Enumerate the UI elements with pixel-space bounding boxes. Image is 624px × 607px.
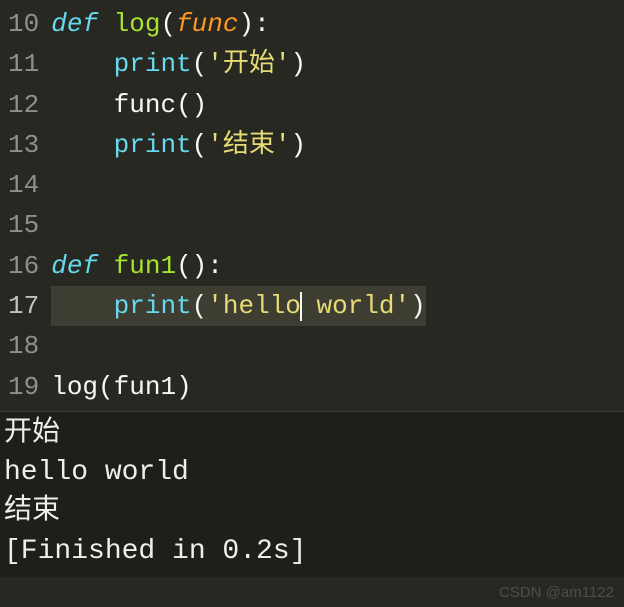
code-token: print — [114, 130, 192, 160]
code-token: fun1 — [114, 372, 176, 402]
code-token: func — [176, 9, 238, 39]
code-token: print — [114, 49, 192, 79]
code-token: ( — [192, 291, 208, 321]
code-token — [51, 291, 113, 321]
code-token: ) — [176, 372, 192, 402]
code-token — [51, 49, 113, 79]
code-line[interactable] — [51, 326, 426, 366]
code-token: def — [51, 251, 98, 281]
code-token — [51, 90, 113, 120]
code-token: (): — [176, 251, 223, 281]
code-token: def — [51, 9, 98, 39]
code-line[interactable]: def log(func): — [51, 4, 426, 44]
code-token: func — [114, 90, 176, 120]
line-number: 14 — [8, 165, 39, 205]
code-token: '结束' — [207, 130, 290, 160]
line-number: 10 — [8, 4, 39, 44]
code-token: ) — [410, 291, 426, 321]
code-token: ( — [192, 130, 208, 160]
code-token: fun1 — [114, 251, 176, 281]
line-number: 18 — [8, 326, 39, 366]
code-area[interactable]: def log(func): print('开始') func() print(… — [51, 0, 426, 411]
code-line[interactable]: func() — [51, 85, 426, 125]
code-token: ( — [98, 372, 114, 402]
code-token: world' — [301, 291, 410, 321]
line-number: 19 — [8, 367, 39, 407]
code-token: () — [176, 90, 207, 120]
line-number: 13 — [8, 125, 39, 165]
code-token: ) — [290, 49, 306, 79]
line-number: 15 — [8, 205, 39, 245]
code-token: ( — [160, 9, 176, 39]
line-number: 11 — [8, 44, 39, 84]
code-token — [98, 9, 114, 39]
code-token — [98, 251, 114, 281]
code-token — [51, 130, 113, 160]
code-token: print — [114, 291, 192, 321]
line-number: 17 — [8, 286, 39, 326]
code-line[interactable]: def fun1(): — [51, 246, 426, 286]
watermark-text: CSDN @am1122 — [499, 584, 614, 601]
code-line[interactable]: log(fun1) — [51, 367, 426, 407]
line-number: 16 — [8, 246, 39, 286]
build-output-panel: 开始 hello world 结束 [Finished in 0.2s] — [0, 411, 624, 577]
code-token: '开始' — [207, 49, 290, 79]
code-line[interactable] — [51, 165, 426, 205]
code-line[interactable]: print('hello world') — [51, 286, 426, 326]
code-token: ): — [238, 9, 269, 39]
code-token: log — [114, 9, 161, 39]
code-token: log — [51, 372, 98, 402]
code-line[interactable]: print('结束') — [51, 125, 426, 165]
code-line[interactable] — [51, 205, 426, 245]
line-number: 12 — [8, 85, 39, 125]
code-token: ( — [192, 49, 208, 79]
code-line[interactable]: print('开始') — [51, 44, 426, 84]
code-editor[interactable]: 10111213141516171819 def log(func): prin… — [0, 0, 624, 411]
code-token: ) — [290, 130, 306, 160]
code-token: 'hello — [207, 291, 301, 321]
line-number-gutter: 10111213141516171819 — [0, 0, 51, 411]
